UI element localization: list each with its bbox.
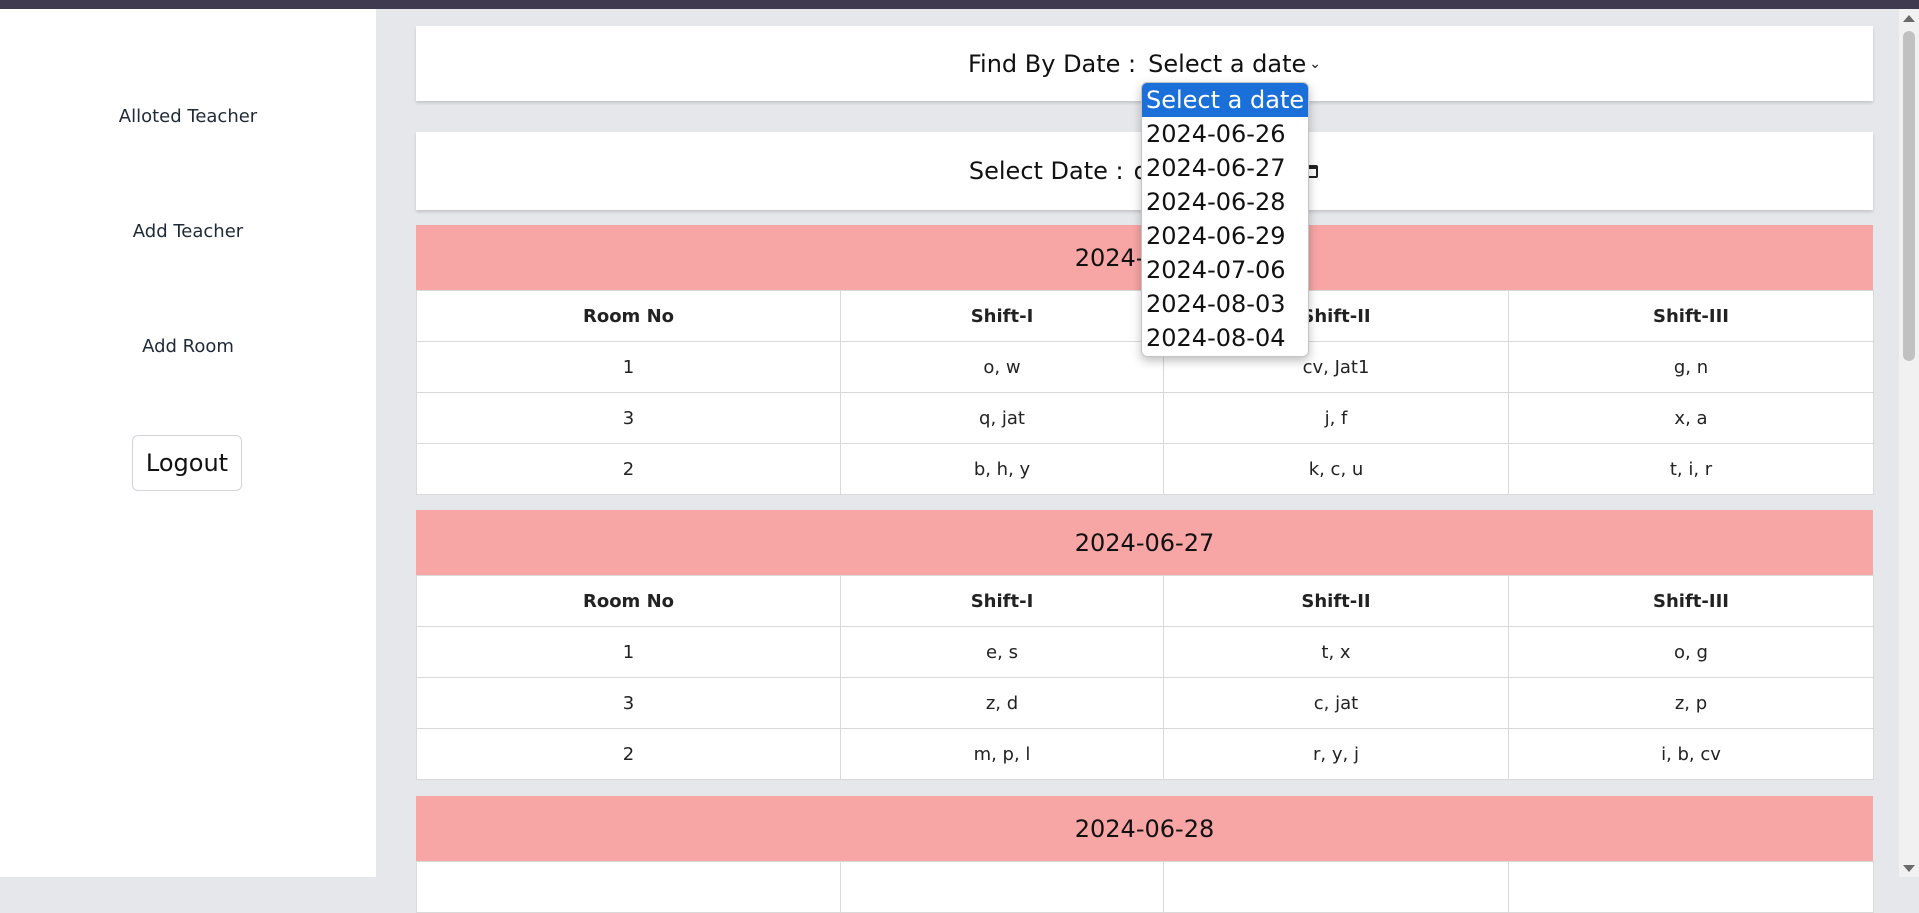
column-header: Room No (416, 575, 841, 627)
date-select[interactable]: Select a date ⌄ (1148, 50, 1321, 78)
day-header: 2024-06-27 (416, 510, 1873, 575)
shift-cell: k, c, u (1163, 443, 1509, 495)
column-header: Shift-I (840, 575, 1164, 627)
page-scrollbar[interactable] (1899, 9, 1919, 877)
shift-cell: i, b, cv (1508, 728, 1874, 780)
shift-cell: j, f (1163, 392, 1509, 444)
sidebar: Alloted Teacher Add Teacher Add Room Log… (0, 9, 376, 877)
table-header-row (416, 861, 1874, 913)
table-header-row: Room No Shift-I Shift-II Shift-III (416, 575, 1874, 627)
top-bar (0, 0, 1919, 9)
allotment-table (416, 861, 1874, 913)
room-no-cell: 3 (416, 677, 841, 729)
table-row: 1 e, s t, x o, g (416, 626, 1874, 678)
column-header: Shift-II (1163, 575, 1509, 627)
table-row: 2 m, p, l r, y, j i, b, cv (416, 728, 1874, 780)
logout-button[interactable]: Logout (132, 435, 242, 491)
date-option[interactable]: 2024-06-28 (1142, 185, 1308, 219)
column-header (416, 861, 841, 913)
column-header: Shift-III (1508, 575, 1874, 627)
shift-cell: g, n (1508, 341, 1874, 393)
column-header (840, 861, 1164, 913)
date-option[interactable]: 2024-07-06 (1142, 253, 1308, 287)
day-header: 2024-06-28 (416, 796, 1873, 861)
select-date-label: Select Date : (968, 157, 1124, 185)
shift-cell: c, jat (1163, 677, 1509, 729)
shift-cell: r, y, j (1163, 728, 1509, 780)
shift-cell: e, s (840, 626, 1164, 678)
room-no-cell: 2 (416, 728, 841, 780)
shift-cell: t, i, r (1508, 443, 1874, 495)
allotment-table: Room No Shift-I Shift-II Shift-III 1 e, … (416, 575, 1874, 780)
find-by-date-label: Find By Date : (967, 49, 1137, 78)
date-select-dropdown: Select a date 2024-06-26 2024-06-27 2024… (1141, 82, 1309, 357)
date-option[interactable]: 2024-06-29 (1142, 219, 1308, 253)
room-no-cell: 1 (416, 626, 841, 678)
sidebar-link-add-room[interactable]: Add Room (0, 336, 376, 357)
table-row: 3 z, d c, jat z, p (416, 677, 1874, 729)
column-header: Room No (416, 290, 841, 342)
table-row: 3 q, jat j, f x, a (416, 392, 1874, 444)
shift-cell: z, d (840, 677, 1164, 729)
sidebar-link-add-teacher[interactable]: Add Teacher (0, 221, 376, 242)
shift-cell: q, jat (840, 392, 1164, 444)
date-option[interactable]: 2024-08-03 (1142, 287, 1308, 321)
shift-cell: z, p (1508, 677, 1874, 729)
main-content: Find By Date : Select a date ⌄ Select Da… (376, 9, 1895, 913)
column-header: Shift-III (1508, 290, 1874, 342)
chevron-down-icon: ⌄ (1309, 55, 1322, 72)
date-option[interactable]: Select a date (1142, 83, 1308, 117)
shift-cell: b, h, y (840, 443, 1164, 495)
room-no-cell: 3 (416, 392, 841, 444)
date-option[interactable]: 2024-06-27 (1142, 151, 1308, 185)
column-header (1163, 861, 1509, 913)
scroll-down-arrow-icon[interactable] (1903, 865, 1915, 872)
day-section: 2024-06-27 Room No Shift-I Shift-II Shif… (416, 510, 1874, 780)
shift-cell: o, w (840, 341, 1164, 393)
shift-cell: o, g (1508, 626, 1874, 678)
date-select-value: Select a date (1148, 49, 1307, 78)
day-section: 2024-06-28 (416, 796, 1874, 913)
table-row: 2 b, h, y k, c, u t, i, r (416, 443, 1874, 495)
shift-cell: x, a (1508, 392, 1874, 444)
column-header (1508, 861, 1874, 913)
room-no-cell: 2 (416, 443, 841, 495)
date-option[interactable]: 2024-08-04 (1142, 321, 1308, 355)
date-option[interactable]: 2024-06-26 (1142, 117, 1308, 151)
column-header: Shift-I (840, 290, 1164, 342)
scroll-up-arrow-icon[interactable] (1903, 15, 1915, 22)
room-no-cell: 1 (416, 341, 841, 393)
shift-cell: t, x (1163, 626, 1509, 678)
shift-cell: m, p, l (840, 728, 1164, 780)
scrollbar-thumb[interactable] (1903, 31, 1915, 361)
sidebar-link-alloted-teacher[interactable]: Alloted Teacher (0, 106, 376, 127)
